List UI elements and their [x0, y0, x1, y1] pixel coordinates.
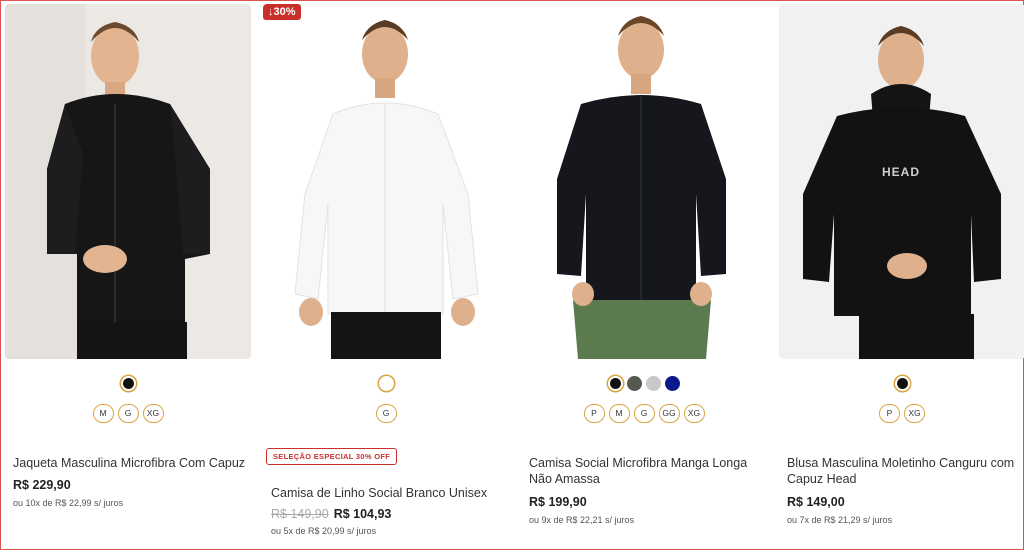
hoodie-logo: HEAD	[882, 165, 920, 179]
discount-badge: ↓30%	[263, 4, 301, 20]
size-option[interactable]: G	[117, 404, 139, 423]
size-option[interactable]: XG	[683, 404, 705, 423]
installments-text: ou 10x de R$ 22,99 s/ juros	[13, 498, 124, 508]
color-swatch[interactable]	[894, 376, 910, 391]
product-image-hoodie[interactable]: HEAD	[779, 4, 1024, 359]
size-option[interactable]: G	[375, 404, 397, 423]
color-swatch[interactable]	[627, 376, 642, 391]
installments-text: ou 9x de R$ 22,21 s/ juros	[529, 515, 635, 525]
product-image-black-shirt[interactable]	[521, 4, 767, 359]
product-price: R$ 104,93	[333, 507, 392, 521]
product-price-row: R$ 149,90 R$ 104,93	[271, 507, 391, 521]
product-name[interactable]: Camisa Social Microfibra Manga Longa Não…	[529, 455, 765, 487]
special-selection-badge: SELEÇÃO ESPECIAL 30% OFF	[266, 448, 398, 465]
size-options: G	[263, 404, 509, 423]
size-options: P XG	[779, 404, 1024, 423]
color-swatches	[5, 376, 251, 391]
size-option[interactable]: P	[879, 404, 900, 423]
size-options: P M G GG XG	[521, 404, 767, 423]
size-option[interactable]: P	[583, 404, 605, 423]
product-image-jacket[interactable]	[5, 4, 251, 359]
color-swatch[interactable]	[665, 376, 680, 391]
product-card[interactable]: HEAD P XG Blusa Masculina Moletinho Cangu…	[779, 4, 1024, 525]
color-swatch[interactable]	[608, 376, 623, 391]
product-card[interactable]: M G XG Jaqueta Masculina Microfibra Com Ca…	[5, 4, 251, 508]
size-option[interactable]: M	[92, 404, 114, 423]
size-option[interactable]: GG	[658, 404, 680, 423]
color-swatch[interactable]	[120, 376, 136, 391]
size-option[interactable]: G	[633, 404, 655, 423]
size-options: M G XG	[5, 404, 251, 423]
installments-text: ou 5x de R$ 20,99 s/ juros	[271, 526, 377, 536]
color-swatches	[263, 376, 509, 391]
product-name[interactable]: Camisa de Linho Social Branco Unisex	[271, 485, 507, 501]
color-swatch[interactable]	[378, 376, 394, 391]
product-card[interactable]: P M G GG XG Camisa Social Microfibra Manga L…	[521, 4, 767, 525]
product-card[interactable]: ↓30% G SELEÇÃO ESPECIAL 30% OFF Camisa d…	[263, 4, 509, 536]
product-price: R$ 149,00	[787, 495, 845, 509]
product-price: R$ 229,90	[13, 478, 71, 492]
color-swatches	[779, 376, 1024, 391]
product-image-white-shirt[interactable]: ↓30%	[263, 4, 509, 359]
product-price: R$ 199,90	[529, 495, 587, 509]
product-name[interactable]: Jaqueta Masculina Microfibra Com Capuz	[13, 455, 249, 471]
color-swatch[interactable]	[646, 376, 661, 391]
old-price: R$ 149,90	[271, 507, 329, 521]
size-option[interactable]: XG	[904, 404, 925, 423]
installments-text: ou 7x de R$ 21,29 s/ juros	[787, 515, 893, 525]
size-option[interactable]: XG	[142, 404, 164, 423]
size-option[interactable]: M	[608, 404, 630, 423]
product-name[interactable]: Blusa Masculina Moletinho Canguru com Ca…	[787, 455, 1023, 487]
color-swatches	[521, 376, 767, 391]
